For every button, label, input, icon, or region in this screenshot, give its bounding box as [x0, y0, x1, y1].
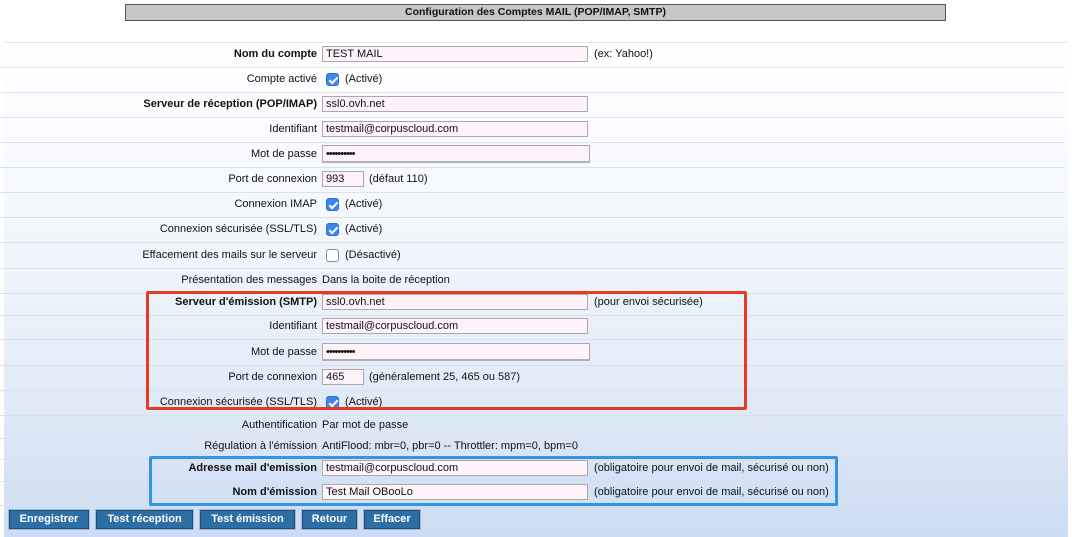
test-receive-button[interactable]: Test réception — [96, 510, 193, 529]
row-account-active: Compte activé (Activé) — [0, 67, 1064, 93]
incoming-ssl-status: (Activé) — [345, 223, 383, 235]
row-delete-on-server: Effacement des mails sur le serveur (Dés… — [0, 243, 1064, 269]
incoming-server-label: Serveur de réception (POP/IMAP) — [143, 98, 317, 110]
incoming-port-label: Port de connexion — [228, 173, 317, 185]
delete-on-server-status: (Désactivé) — [345, 249, 401, 261]
incoming-port-hint: (défaut 110) — [369, 173, 428, 185]
incoming-password-input[interactable] — [322, 145, 590, 163]
incoming-login-input[interactable] — [322, 121, 588, 137]
row-incoming-login: Identifiant — [0, 117, 1064, 143]
incoming-port-input[interactable] — [322, 171, 364, 187]
imap-status: (Activé) — [345, 198, 383, 210]
account-name-input[interactable] — [322, 46, 588, 62]
row-incoming-ssl: Connexion sécurisée (SSL/TLS) (Activé) — [0, 217, 1064, 243]
incoming-ssl-checkbox[interactable] — [326, 223, 339, 236]
row-incoming-port: Port de connexion (défaut 110) — [0, 167, 1064, 193]
page-title: Configuration des Comptes MAIL (POP/IMAP… — [125, 4, 946, 21]
account-active-checkbox[interactable] — [326, 73, 339, 86]
account-active-label: Compte activé — [246, 73, 317, 85]
account-name-hint: (ex: Yahoo!) — [594, 48, 653, 60]
incoming-server-input[interactable] — [322, 96, 588, 112]
row-account-name: Nom du compte (ex: Yahoo!) — [0, 42, 1064, 68]
account-name-label: Nom du compte — [233, 48, 317, 60]
delete-button[interactable]: Effacer — [364, 510, 420, 529]
account-active-status: (Activé) — [345, 73, 383, 85]
row-incoming-password: Mot de passe — [0, 142, 1064, 168]
delete-on-server-label: Effacement des mails sur le serveur — [142, 249, 317, 261]
delete-on-server-checkbox[interactable] — [326, 249, 339, 262]
incoming-ssl-label: Connexion sécurisée (SSL/TLS) — [159, 223, 317, 235]
imap-label: Connexion IMAP — [234, 198, 317, 210]
smtp-highlight-box — [146, 291, 747, 410]
row-incoming-server: Serveur de réception (POP/IMAP) — [0, 92, 1064, 118]
incoming-password-label: Mot de passe — [250, 148, 317, 160]
imap-checkbox[interactable] — [326, 198, 339, 211]
test-send-button[interactable]: Test émission — [200, 510, 295, 529]
row-imap: Connexion IMAP (Activé) — [0, 192, 1064, 218]
back-button[interactable]: Retour — [302, 510, 357, 529]
incoming-login-label: Identifiant — [269, 123, 317, 135]
save-button[interactable]: Enregistrer — [9, 510, 89, 529]
sender-highlight-box — [149, 456, 838, 506]
